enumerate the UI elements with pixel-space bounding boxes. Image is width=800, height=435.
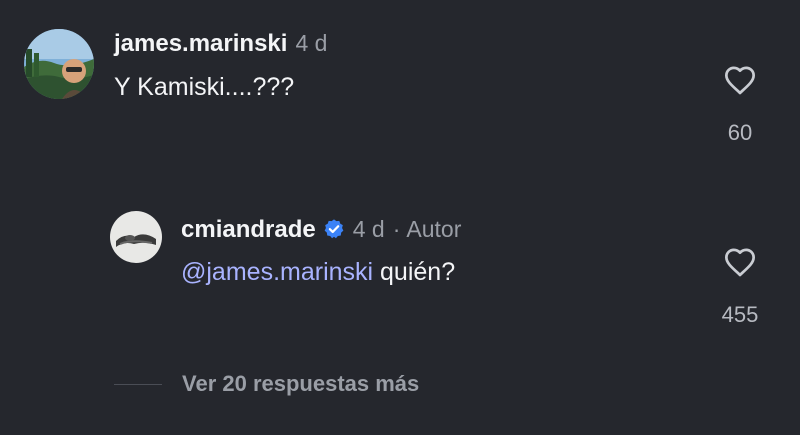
reply-body: quién? [373, 258, 456, 286]
meta-separator: · [392, 216, 401, 242]
comment-header: james.marinski 4 d [114, 30, 327, 58]
avatar-cmiandrade[interactable] [110, 211, 162, 263]
comment-timestamp: 4 d [295, 30, 328, 56]
comments-thread: james.marinski 4 d Y Kamiski....??? 60 c… [0, 0, 800, 435]
like-count: 60 [727, 120, 753, 145]
heart-outline-icon [725, 66, 755, 95]
heart-outline-icon [725, 248, 755, 277]
reply-header: cmiandrade 4 d · Autor [181, 215, 461, 244]
reply-like-button[interactable] [720, 242, 760, 282]
replies-divider [114, 384, 162, 385]
avatar-james-marinski[interactable] [24, 29, 94, 99]
reply-timestamp: 4 d [352, 216, 385, 242]
author-label: Autor [406, 216, 462, 242]
reply-text: @james.marinski quién? [181, 258, 455, 287]
view-more-replies-button[interactable]: Ver 20 respuestas más [182, 371, 419, 397]
comment-username[interactable]: james.marinski [114, 30, 287, 58]
mention-link[interactable]: @james.marinski [181, 258, 373, 286]
reply-like-count: 455 [721, 302, 759, 327]
like-button[interactable] [720, 60, 760, 100]
verified-badge-icon [323, 218, 345, 240]
reply-username[interactable]: cmiandrade [181, 216, 316, 244]
comment-text: Y Kamiski....??? [114, 73, 295, 101]
